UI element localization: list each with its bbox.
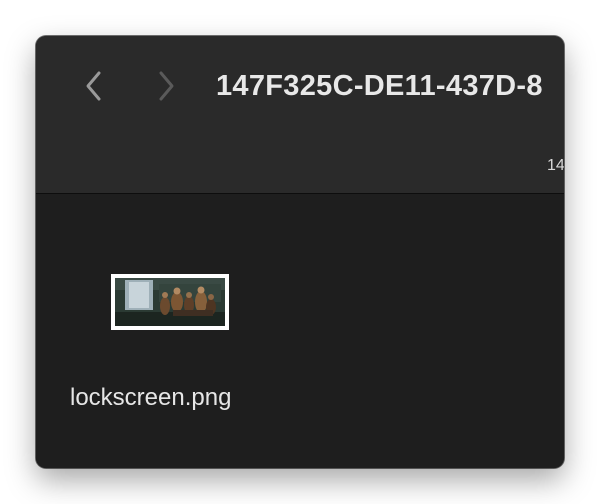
window-title: 147F325C-DE11-437D-8 bbox=[216, 70, 543, 102]
path-bar-label[interactable]: 14 bbox=[547, 156, 564, 176]
chevron-right-icon bbox=[159, 71, 174, 101]
toolbar: 147F325C-DE11-437D-8 14 bbox=[36, 36, 564, 194]
file-browser-content: lockscreen.png bbox=[36, 194, 564, 468]
chevron-left-icon bbox=[86, 71, 101, 101]
file-item-lockscreen[interactable]: lockscreen.png bbox=[66, 274, 286, 424]
image-preview-icon bbox=[115, 278, 225, 326]
image-thumbnail bbox=[111, 274, 229, 330]
forward-button[interactable] bbox=[146, 64, 186, 108]
file-name-label: lockscreen.png bbox=[70, 384, 232, 411]
back-button[interactable] bbox=[74, 64, 114, 108]
finder-window: 147F325C-DE11-437D-8 14 lockscreen.png bbox=[36, 36, 564, 468]
